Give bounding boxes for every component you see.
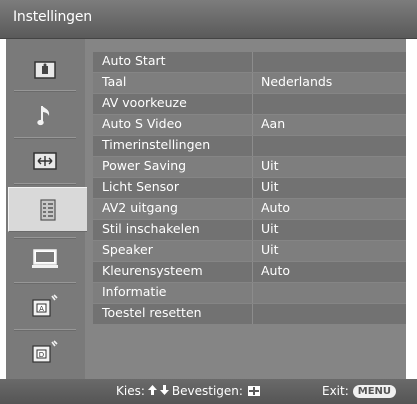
menu-row-informatie[interactable]: Informatie — [93, 283, 406, 303]
arrow-up-icon — [147, 384, 157, 398]
menu-row-label: Licht Sensor — [102, 179, 179, 194]
enter-button-icon — [247, 386, 260, 396]
exit-label: Exit: — [322, 384, 349, 398]
arrow-down-icon — [159, 384, 169, 398]
menu-row-label: Auto S Video — [102, 116, 182, 131]
picture-icon — [34, 61, 56, 79]
menu-row-label: Speaker — [102, 242, 153, 257]
menu-row-value: Uit — [261, 221, 279, 236]
navigation-hint: Kies: Bevestigen: — [116, 384, 260, 398]
menu-row-av2-uitgang[interactable]: AV2 uitgang Auto — [93, 199, 406, 219]
menu-row-kleurensysteem[interactable]: Kleurensysteem Auto — [93, 262, 406, 282]
menu-row-speaker[interactable]: Speaker Uit — [93, 241, 406, 261]
svg-text:D: D — [39, 351, 44, 359]
exit-hint: Exit: MENU — [322, 384, 397, 398]
menu-row-label: Kleurensysteem — [102, 263, 203, 278]
sidebar-item-settings[interactable] — [8, 187, 87, 232]
sidebar-item-digital-setup[interactable]: D — [12, 335, 78, 369]
sidebar-item-screen[interactable] — [12, 144, 78, 178]
menu-row-licht-sensor[interactable]: Licht Sensor Uit — [93, 178, 406, 198]
menu-row-value: Nederlands — [261, 74, 333, 89]
sidebar-item-sound[interactable] — [12, 99, 78, 133]
menu-row-label: Power Saving — [102, 158, 187, 173]
settings-panel: A D Auto Start Taal Nederlands AV voorke… — [6, 39, 406, 379]
menu-row-label: AV2 uitgang — [102, 200, 178, 215]
tv-settings-screen: Instellingen A D Auto Start Taal Nederla… — [0, 0, 417, 404]
menu-row-label: Auto Start — [102, 53, 166, 68]
svg-text:A: A — [39, 305, 44, 313]
menu-title: Instellingen — [13, 9, 92, 25]
sidebar-item-analog-setup[interactable]: A — [12, 289, 78, 323]
menu-row-av-voorkeuze[interactable]: AV voorkeuze — [93, 94, 406, 114]
help-footer: Kies: Bevestigen: Exit: MENU — [0, 379, 417, 404]
menu-row-label: Toestel resetten — [102, 305, 202, 320]
menu-row-power-saving[interactable]: Power Saving Uit — [93, 157, 406, 177]
menu-row-value: Uit — [261, 179, 279, 194]
sidebar-item-picture[interactable] — [12, 53, 78, 87]
confirm-label: Bevestigen: — [171, 384, 243, 398]
menu-row-label: AV voorkeuze — [102, 95, 187, 110]
pc-monitor-icon — [32, 249, 58, 269]
sidebar-item-pc[interactable] — [12, 242, 78, 276]
menu-row-label: Informatie — [102, 284, 167, 299]
settings-list-icon — [40, 198, 56, 221]
menu-row-value: Auto — [261, 263, 291, 278]
digital-antenna-icon: D — [32, 340, 58, 364]
category-sidebar: A D — [6, 39, 87, 379]
title-bar: Instellingen — [0, 0, 417, 39]
menu-row-toestel-resetten[interactable]: Toestel resetten — [93, 304, 406, 324]
menu-row-timerinstellingen[interactable]: Timerinstellingen — [93, 136, 406, 156]
music-note-icon — [37, 104, 53, 128]
menu-row-value: Aan — [261, 116, 286, 131]
menu-row-value: Uit — [261, 242, 279, 257]
menu-row-stil-inschakelen[interactable]: Stil inschakelen Uit — [93, 220, 406, 240]
menu-row-label: Timerinstellingen — [102, 137, 211, 152]
menu-button-icon[interactable]: MENU — [352, 384, 397, 398]
menu-row-value: Auto — [261, 200, 291, 215]
menu-row-taal[interactable]: Taal Nederlands — [93, 73, 406, 93]
menu-row-label: Stil inschakelen — [102, 221, 200, 236]
menu-row-auto-start[interactable]: Auto Start — [93, 52, 406, 72]
menu-row-value: Uit — [261, 158, 279, 173]
select-label: Kies: — [116, 384, 145, 398]
menu-row-auto-s-video[interactable]: Auto S Video Aan — [93, 115, 406, 135]
screen-format-icon — [33, 152, 57, 170]
menu-row-label: Taal — [102, 74, 127, 89]
analog-antenna-icon: A — [32, 294, 58, 318]
